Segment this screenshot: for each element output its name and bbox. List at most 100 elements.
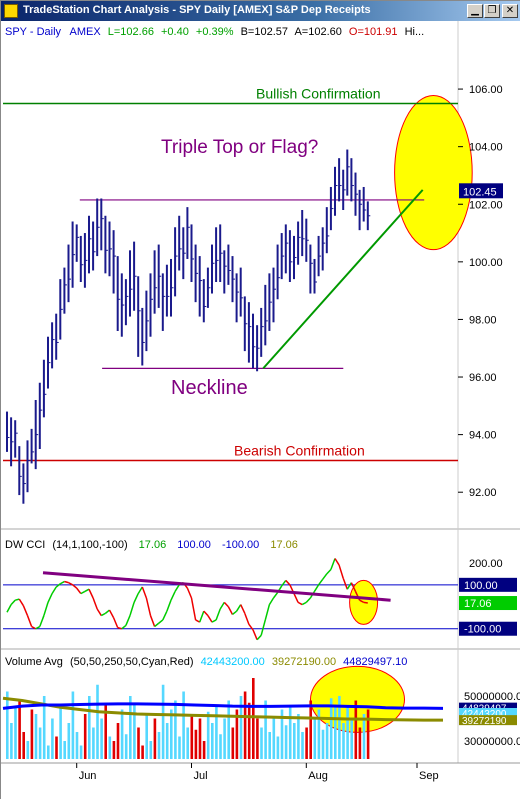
volume-bar bbox=[34, 714, 38, 759]
title-bar[interactable]: TradeStation Chart Analysis - SPY Daily … bbox=[1, 1, 520, 21]
volume-bar bbox=[215, 705, 218, 759]
volume-bar bbox=[305, 727, 308, 759]
volume-bar bbox=[18, 700, 21, 759]
volume-bar bbox=[219, 734, 222, 759]
price-axis-label: 102.00 bbox=[469, 199, 503, 211]
volume-bar bbox=[346, 705, 349, 759]
price-open-label: O=101.91 bbox=[349, 26, 398, 38]
volume-bar bbox=[22, 732, 25, 759]
volume-bar bbox=[301, 732, 304, 759]
volume-bar bbox=[26, 741, 30, 759]
close-button[interactable]: ✕ bbox=[502, 4, 518, 18]
volume-bar bbox=[38, 727, 42, 759]
volume-bar bbox=[161, 684, 165, 759]
volume-bar bbox=[366, 709, 370, 759]
volume-bar bbox=[14, 707, 17, 759]
volume-bar bbox=[243, 691, 247, 759]
x-axis-month-label: Aug bbox=[308, 770, 328, 782]
volume-bar bbox=[55, 736, 58, 759]
volume-bar bbox=[198, 718, 202, 759]
volume-bar bbox=[256, 718, 259, 759]
volume-bar bbox=[247, 702, 251, 759]
volume-bar bbox=[354, 700, 358, 759]
chart-area[interactable]: SPY - Daily AMEX L=102.66 +0.40 +0.39% B… bbox=[1, 21, 520, 800]
restore-button[interactable]: ❐ bbox=[484, 4, 500, 18]
bullish-confirmation-label: Bullish Confirmation bbox=[256, 85, 381, 101]
volume-bar bbox=[75, 732, 79, 759]
cci-upper-label: 100.00 bbox=[177, 539, 211, 551]
cci-segment bbox=[117, 626, 122, 630]
volume-bar bbox=[358, 727, 362, 759]
price-axis-label: 100.00 bbox=[469, 257, 503, 269]
volume-name-label: Volume Avg bbox=[5, 656, 63, 668]
cci-segment bbox=[64, 580, 69, 584]
volume-bar bbox=[129, 696, 132, 759]
cci-params-label: (14,1,100,-100) bbox=[52, 539, 127, 551]
volume-bar bbox=[83, 714, 87, 759]
window-title: TradeStation Chart Analysis - SPY Daily … bbox=[23, 4, 371, 16]
volume-v1-label: 42443200.00 bbox=[201, 656, 265, 668]
price-bid-label: B=102.57 bbox=[241, 26, 288, 38]
price-axis-label: 92.00 bbox=[469, 487, 497, 499]
volume-bar bbox=[30, 709, 34, 759]
bearish-confirmation-label: Bearish Confirmation bbox=[234, 443, 365, 459]
x-axis-month-label: Sep bbox=[419, 770, 439, 782]
volume-bar bbox=[100, 718, 103, 759]
volume-bar bbox=[194, 729, 198, 759]
volume-bar bbox=[288, 705, 292, 759]
tradestation-app-icon bbox=[4, 4, 18, 18]
volume-bar bbox=[67, 723, 71, 759]
volume-bar bbox=[321, 729, 325, 759]
price-highlight-ellipse bbox=[394, 94, 473, 251]
volume-bar bbox=[342, 723, 345, 759]
price-axis-label: 104.00 bbox=[469, 142, 503, 154]
volume-bar bbox=[59, 705, 62, 759]
x-axis-month-label: Jun bbox=[79, 770, 97, 782]
price-ask-label: A=102.60 bbox=[294, 26, 341, 38]
neckline-annotation: Neckline bbox=[171, 377, 248, 399]
cci-name-label: DW CCI bbox=[5, 539, 45, 551]
minimize-button[interactable]: ▁ bbox=[467, 4, 483, 18]
volume-bar bbox=[223, 718, 226, 759]
volume-bar bbox=[79, 745, 83, 759]
volume-bar bbox=[10, 723, 13, 759]
volume-bar bbox=[297, 714, 300, 759]
volume-bar bbox=[325, 723, 329, 759]
cci-value-label: 17.06 bbox=[464, 598, 492, 610]
volume-bar bbox=[260, 727, 263, 759]
volume-axis-label: 50000000.0 bbox=[464, 691, 520, 703]
cci-axis-label: 200.00 bbox=[469, 558, 503, 570]
volume-axis-label: 30000000.0 bbox=[464, 736, 520, 748]
price-symbol-label: SPY - Daily bbox=[5, 26, 62, 38]
volume-bar bbox=[309, 700, 312, 759]
volume-bar bbox=[362, 714, 366, 759]
cci-segment bbox=[363, 601, 368, 604]
volume-bar bbox=[182, 691, 185, 759]
volume-bar bbox=[6, 691, 9, 759]
volume-bar bbox=[276, 736, 280, 759]
volume-bar bbox=[47, 745, 50, 759]
triple-top-annotation: Triple Top or Flag? bbox=[161, 137, 318, 158]
price-last-label: L=102.66 bbox=[108, 26, 154, 38]
volume-bar bbox=[92, 727, 95, 759]
volume-bar bbox=[165, 723, 169, 759]
volume-bar bbox=[157, 732, 161, 759]
price-axis-label: 96.00 bbox=[469, 372, 497, 384]
volume-bar bbox=[206, 711, 210, 759]
volume-bar bbox=[272, 718, 276, 759]
cci-value-label: 17.06 bbox=[139, 539, 167, 551]
x-axis-month-label: Jul bbox=[194, 770, 208, 782]
price-axis-label: 94.00 bbox=[469, 430, 497, 442]
cci-lower-label: -100.00 bbox=[222, 539, 259, 551]
svg-text:Volume Avg (50,50,250,50: Volume Avg (50,50,250,50,Cyan,Red) 42443… bbox=[5, 656, 407, 668]
volume-bar bbox=[108, 736, 112, 759]
volume-bar bbox=[137, 727, 140, 759]
volume-bar bbox=[112, 741, 116, 759]
volume-bar bbox=[334, 707, 337, 759]
volume-bar bbox=[71, 691, 75, 759]
cci-value-label: -100.00 bbox=[464, 624, 501, 636]
volume-bar bbox=[293, 723, 296, 759]
price-axis-label: 98.00 bbox=[469, 314, 497, 326]
volume-v2-label: 39272190.00 bbox=[272, 656, 336, 668]
volume-bar bbox=[190, 716, 194, 759]
